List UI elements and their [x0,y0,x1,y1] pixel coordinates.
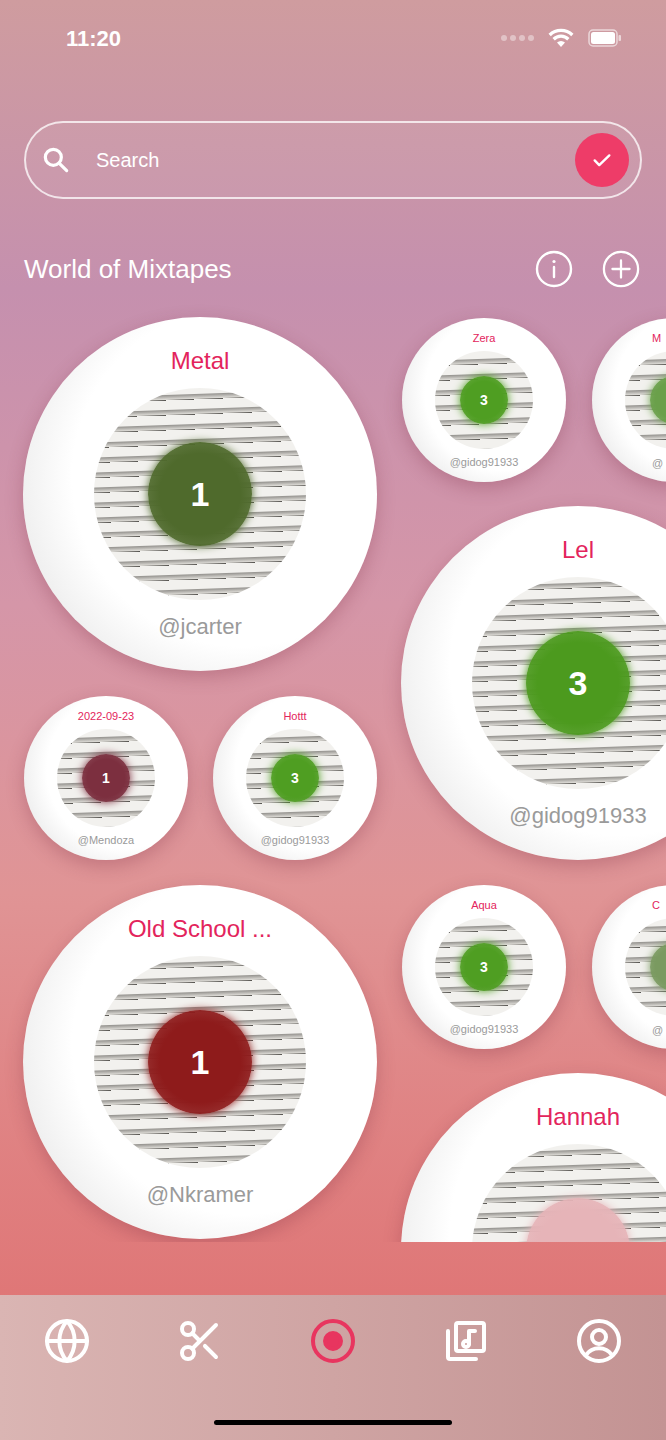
track-count: 1 [102,771,110,785]
wifi-icon [548,28,574,48]
mixtape-handle: @gidog91933 [261,833,330,847]
app-screen: 11:20 World of Mixtapes [0,0,666,1440]
cover-image: 3 [472,577,666,789]
track-count-badge [526,1198,630,1242]
status-bar: 11:20 [0,0,666,76]
search-bar [24,121,642,199]
mixtape-title: C [652,898,660,912]
track-count-badge: 3 [526,631,630,735]
clock: 11:20 [66,22,121,55]
confirm-button[interactable] [575,133,629,187]
cover-image: 3 [435,918,533,1016]
mixtape-bubble[interactable]: C@ [592,885,666,1049]
mixtape-bubble[interactable]: Aqua 3 @gidog91933 [402,885,566,1049]
disc-icon [309,1317,357,1365]
mixtape-handle: @jcarter [158,612,241,642]
add-button[interactable] [602,250,640,288]
signal-icon [501,35,534,41]
track-count: 3 [480,960,488,974]
mixtape-bubble[interactable]: Zera 3 @gidog91933 [402,318,566,482]
track-count-badge: 3 [460,943,508,991]
nav-item[interactable] [533,1317,666,1365]
status-icons [501,28,622,48]
scissors-icon [176,1317,224,1365]
track-count-badge: 1 [148,442,252,546]
track-count-badge [650,943,666,991]
search-input[interactable] [96,145,575,175]
mixtape-handle: @gidog91933 [450,1022,519,1036]
mixtape-handle: @ [652,1023,663,1037]
mixtape-bubble[interactable]: Metal 1 @jcarter [23,317,377,671]
track-count-badge: 1 [148,1010,252,1114]
cover-image: 3 [435,351,533,449]
track-count-badge [650,376,666,424]
mixtape-handle: @gidog91933 [509,801,646,831]
mixtape-title: Lel [562,535,594,565]
music-library-icon [442,1317,490,1365]
section-title: World of Mixtapes [24,249,232,289]
track-count: 3 [569,666,588,700]
mixtape-handle: @Mendoza [78,833,134,847]
mixtape-bubble[interactable]: 2022-09-23 1 @Mendoza [24,696,188,860]
globe-icon [43,1317,91,1365]
plus-icon [602,249,640,289]
cover-image [625,351,666,449]
profile-icon [575,1317,623,1365]
check-icon [591,149,613,171]
nav-item[interactable] [133,1317,266,1365]
search-icon [40,144,72,176]
mixtape-bubble[interactable]: Lel 3 @gidog91933 [401,506,666,860]
nav-item[interactable] [266,1317,399,1365]
mixtape-handle: @Nkramer [147,1180,254,1210]
mixtape-handle: @gidog91933 [450,455,519,469]
track-count-badge: 3 [460,376,508,424]
mixtape-title: Aqua [471,898,497,912]
mixtape-title: 2022-09-23 [78,709,134,723]
cover-image [472,1144,666,1242]
mixtape-title: Zera [473,331,496,345]
mixtape-bubble[interactable]: Hannah [401,1073,666,1242]
cover-image: 3 [246,729,344,827]
mixtape-bubble[interactable]: Old School ... 1 @Nkramer [23,885,377,1239]
info-icon [535,250,573,288]
mixtape-bubble[interactable]: Hottt 3 @gidog91933 [213,696,377,860]
mixtape-title: Old School ... [128,914,272,944]
mixtape-title: Hannah [536,1102,620,1132]
track-count: 1 [191,1045,210,1079]
section-header: World of Mixtapes [0,249,666,289]
nav-item[interactable] [0,1317,133,1365]
nav-item[interactable] [400,1317,533,1365]
mixtape-bubble[interactable]: M@ [592,318,666,482]
track-count-badge: 1 [82,754,130,802]
cover-image: 1 [57,729,155,827]
mixtape-handle: @ [652,456,663,470]
cover-image: 1 [94,388,306,600]
track-count: 3 [291,771,299,785]
cover-image: 1 [94,956,306,1168]
mixtape-title: M [652,331,661,345]
bottom-nav [0,1295,666,1440]
mixtape-canvas: Metal1@jcarterZera3@gidog91933M@Lel3@gid… [0,300,666,1242]
info-button[interactable] [535,250,573,288]
mixtape-title: Hottt [283,709,306,723]
cover-image [625,918,666,1016]
battery-icon [588,29,622,47]
track-count: 3 [480,393,488,407]
mixtape-title: Metal [171,346,230,376]
track-count: 1 [191,477,210,511]
track-count-badge: 3 [271,754,319,802]
home-indicator [214,1420,452,1425]
